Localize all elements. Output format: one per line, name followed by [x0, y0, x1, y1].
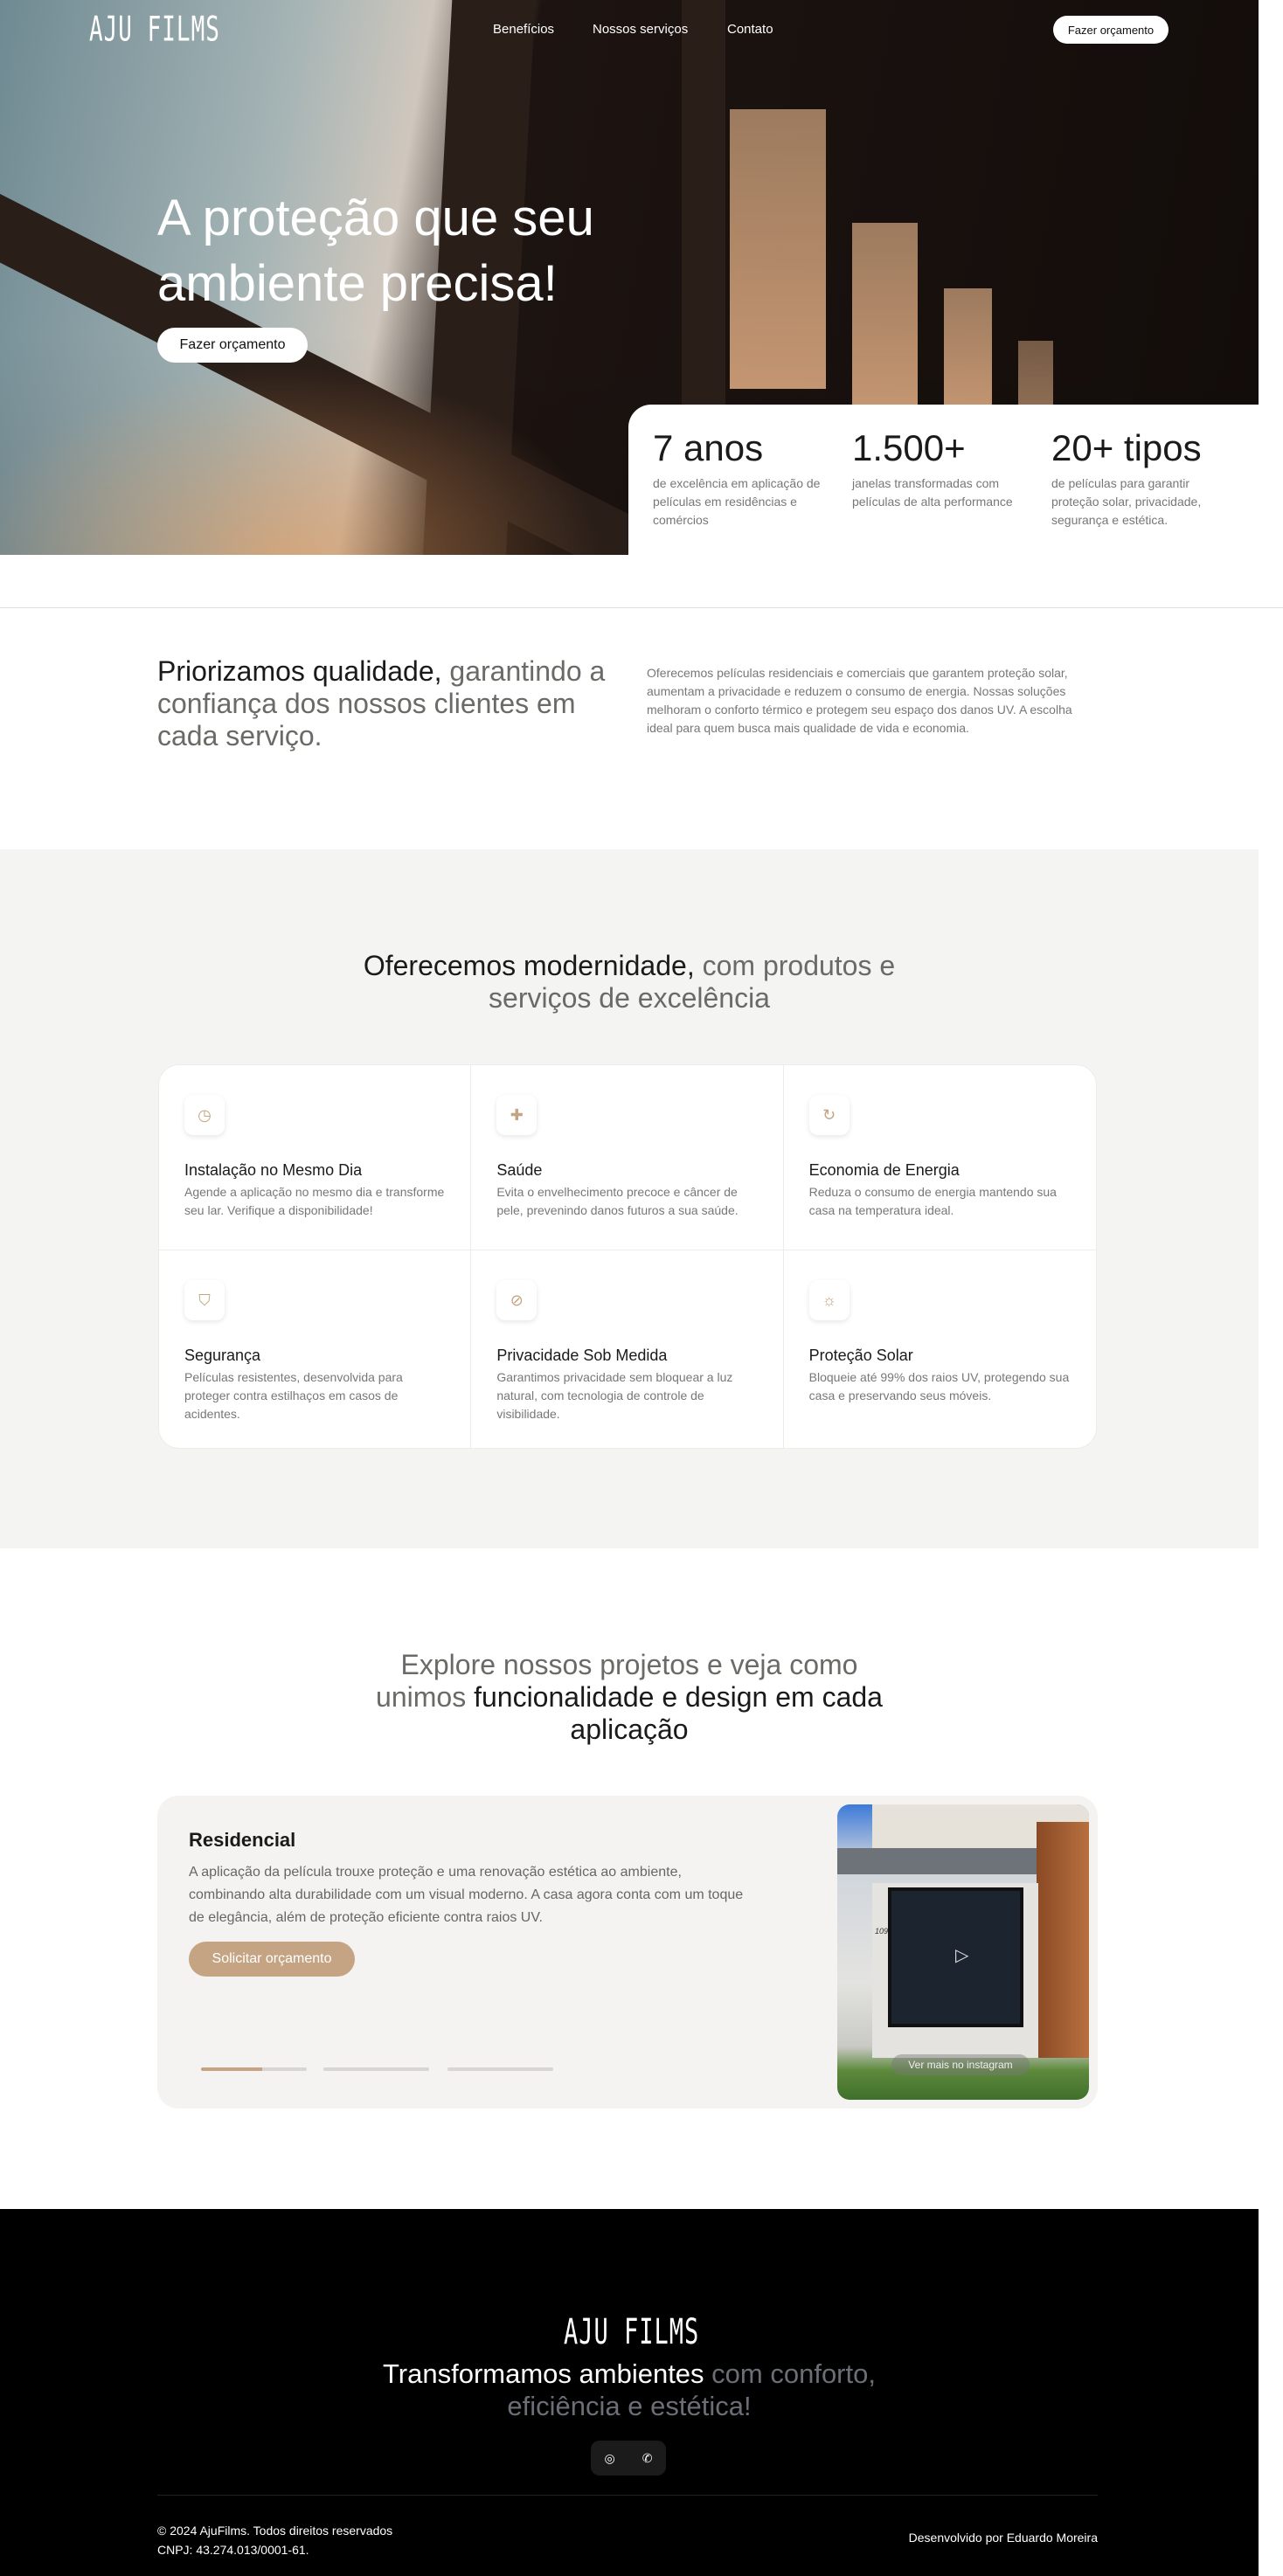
project-text: A aplicação da película trouxe proteção …	[189, 1865, 744, 1925]
stat-value: 20+ tipos	[1051, 427, 1202, 468]
heading-strong: Priorizamos qualidade,	[157, 655, 442, 687]
nav-quote-button[interactable]: Fazer orçamento	[1053, 16, 1169, 44]
copyright: © 2024 AjuFilms. Todos direitos reservad…	[157, 2524, 393, 2538]
house-number: 109	[875, 1927, 889, 1935]
hero-image-pane	[852, 223, 918, 406]
nav-link-servicos[interactable]: Nossos serviços	[593, 22, 688, 37]
hero-image-pane	[730, 109, 826, 389]
project-video[interactable]: 109 ▷ Ver mais no instagram	[837, 1804, 1089, 2100]
hero-image-glow	[0, 350, 629, 555]
quality-text: Oferecemos películas residenciais e come…	[647, 664, 1092, 737]
benefits-grid: ◷ Instalação no Mesmo Dia Agende a aplicaç…	[158, 1064, 1097, 1449]
footer-divider	[157, 2495, 1098, 2496]
benefit-desc: Bloqueie até 99% dos raios UV, protegend…	[808, 1370, 1070, 1402]
stat-desc: de películas para garantir proteção sola…	[1051, 476, 1202, 527]
dev-name[interactable]: Eduardo Moreira	[1007, 2531, 1098, 2545]
benefit-title: Saúde	[496, 1161, 543, 1179]
tagline-strong: Transformamos ambientes	[383, 2358, 704, 2389]
logo[interactable]: AJU FILMS	[89, 10, 220, 50]
benefit-title: Economia de Energia	[808, 1161, 960, 1179]
benefit-title: Proteção Solar	[808, 1347, 913, 1364]
benefit-card: ⛉ Segurança Películas resistentes, desenvo…	[159, 1250, 472, 1448]
stats-card: 7 anos de excelência em aplicação de pelí…	[628, 405, 1259, 555]
dev-prefix: Desenvolvido por	[908, 2531, 1007, 2545]
project-title: Residencial	[189, 1829, 296, 1851]
quality-paragraph: Oferecemos películas residenciais e come…	[647, 666, 1072, 735]
developer-credit: Desenvolvido por Eduardo Moreira	[909, 2531, 1098, 2545]
carousel-progress-fill	[201, 2067, 263, 2071]
energy-cycle-icon: ↻	[808, 1095, 850, 1135]
stat-value: 1.500+	[852, 427, 966, 468]
photo-wood-panel	[1037, 1822, 1089, 2058]
benefit-card: ◷ Instalação no Mesmo Dia Agende a aplicaç…	[159, 1065, 472, 1250]
quality-heading: Priorizamos qualidade, garantindo a conf…	[157, 655, 612, 752]
request-quote-button[interactable]: Solicitar orçamento	[189, 1942, 355, 1977]
carousel-progress-2[interactable]	[323, 2067, 429, 2071]
footer-logo: AJU FILMS	[564, 2312, 700, 2353]
nav-link-contato[interactable]: Contato	[727, 22, 773, 37]
section-divider	[0, 607, 1283, 608]
benefit-desc: Agende a aplicação no mesmo dia e transf…	[184, 1185, 445, 1217]
benefit-card: ☼ Proteção Solar Bloqueie até 99% dos raio…	[784, 1250, 1096, 1448]
instagram-icon[interactable]: ◎	[605, 2451, 615, 2466]
benefit-desc: Reduza o consumo de energia mantendo sua…	[808, 1185, 1057, 1217]
health-cross-icon: ✚	[496, 1095, 537, 1135]
benefit-title: Instalação no Mesmo Dia	[184, 1161, 363, 1179]
carousel-progress-3[interactable]	[447, 2067, 553, 2071]
instagram-link[interactable]: Ver mais no instagram	[891, 2054, 1030, 2075]
projects-heading: Explore nossos projetos e veja como unim…	[0, 1649, 1259, 1746]
hero-image-pane	[944, 288, 992, 411]
footer-tagline: Transformamos ambientes com conforto, ef…	[367, 2358, 891, 2422]
sun-icon: ☼	[808, 1280, 850, 1320]
stat-types: 20+ tipos de películas para garantir prot…	[1051, 427, 1235, 530]
clock-history-icon: ◷	[184, 1095, 225, 1135]
heading-strong: Oferecemos modernidade,	[363, 950, 695, 981]
stat-windows: 1.500+ janelas transformadas com película…	[852, 427, 1036, 511]
eye-off-icon: ⊘	[496, 1280, 537, 1320]
benefit-desc: Garantimos privacidade sem bloquear a lu…	[496, 1370, 733, 1421]
hero-title: A proteção que seu ambiente precisa!	[157, 190, 594, 312]
carousel-progress-1[interactable]	[201, 2067, 307, 2071]
stat-value: 7 anos	[653, 427, 764, 468]
cnpj: CNPJ: 43.274.013/0001-61.	[157, 2543, 309, 2557]
footer: AJU FILMS Transformamos ambientes com co…	[0, 2209, 1259, 2576]
benefit-desc: Evita o envelhecimento precoce e câncer …	[496, 1185, 739, 1217]
benefit-card: ⊘ Privacidade Sob Medida Garantimos privac…	[471, 1250, 784, 1448]
social-links: ◎ ✆	[591, 2441, 666, 2476]
nav-link-beneficios[interactable]: Benefícios	[493, 22, 554, 37]
footer-legal: © 2024 AjuFilms. Todos direitos reservad…	[157, 2521, 392, 2559]
benefit-card: ✚ Saúde Evita o envelhecimento precoce e c…	[471, 1065, 784, 1250]
hero-image-pane	[1018, 341, 1053, 411]
benefit-card: ↻ Economia de Energia Reduza o consumo de …	[783, 1065, 1096, 1250]
stat-desc: janelas transformadas com películas de a…	[852, 476, 1013, 509]
benefit-title: Segurança	[184, 1347, 261, 1364]
benefit-desc: Películas resistentes, desenvolvida para…	[184, 1370, 403, 1421]
hero-quote-button[interactable]: Fazer orçamento	[157, 328, 308, 363]
whatsapp-icon[interactable]: ✆	[642, 2451, 653, 2466]
stat-years: 7 anos de excelência em aplicação de pelí…	[653, 427, 836, 530]
shield-check-icon: ⛉	[184, 1280, 225, 1320]
benefit-title: Privacidade Sob Medida	[496, 1347, 668, 1364]
play-icon[interactable]: ▷	[955, 1944, 968, 1966]
heading-strong: funcionalidade e design em cada aplicaçã…	[474, 1681, 883, 1745]
stat-desc: de excelência em aplicação de películas …	[653, 476, 821, 527]
benefits-heading: Oferecemos modernidade, com produtos e s…	[0, 950, 1259, 1014]
